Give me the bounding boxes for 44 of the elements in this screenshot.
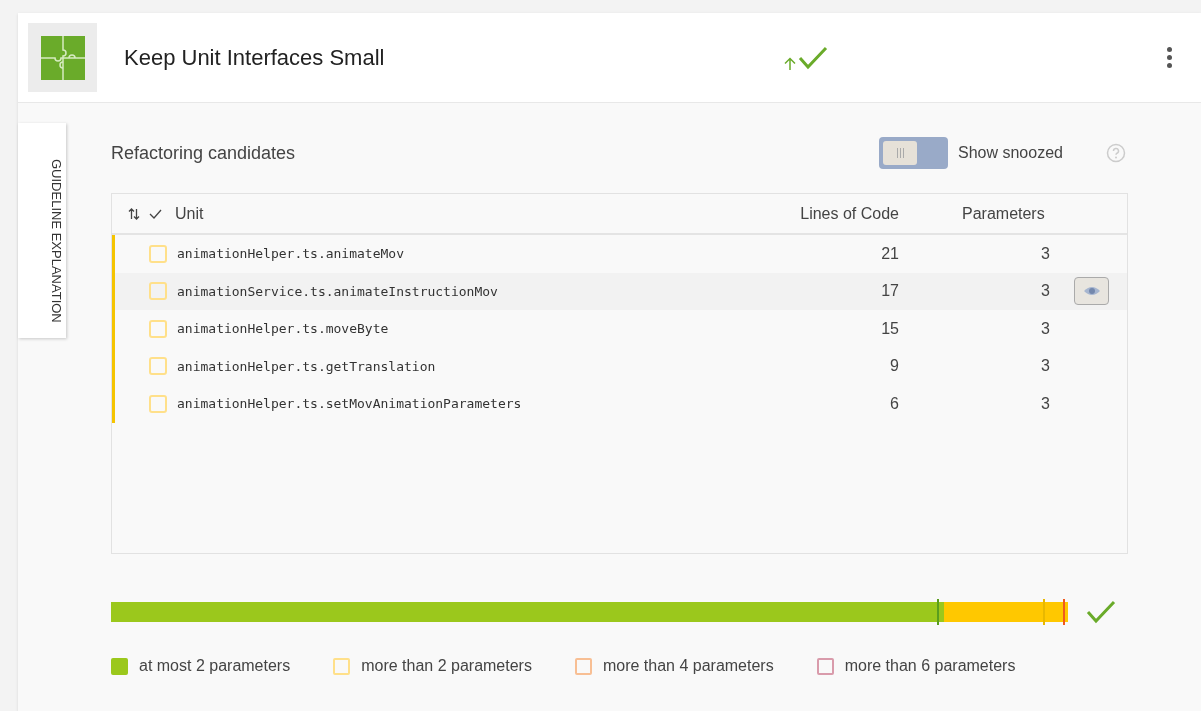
table-row[interactable]: animationHelper.ts.setMovAnimationParameters 6 3 bbox=[112, 385, 1127, 423]
table-row[interactable]: animationHelper.ts.moveByte 15 3 bbox=[112, 310, 1127, 348]
table-cell-text: 3 bbox=[1040, 393, 1050, 414]
table-cell-text: 3 bbox=[1040, 318, 1050, 339]
checkbox[interactable] bbox=[149, 319, 167, 338]
check-icon[interactable] bbox=[149, 208, 162, 219]
side-tab[interactable]: GUIDELINE EXPLANATION bbox=[18, 123, 66, 338]
table-row[interactable]: animationHelper.ts.getTranslation 9 3 bbox=[112, 347, 1127, 385]
legend-label: more than 4 parameters bbox=[602, 656, 774, 676]
table-cell-text: 6 bbox=[889, 393, 899, 414]
checkbox[interactable] bbox=[149, 394, 167, 413]
table-cell-text: 9 bbox=[889, 356, 899, 377]
checkbox[interactable] bbox=[149, 282, 167, 301]
card-title: Keep Unit Interfaces Small bbox=[124, 44, 386, 72]
table-row[interactable]: animationHelper.ts.animateMov 21 3 bbox=[112, 235, 1127, 273]
help-icon[interactable] bbox=[1106, 143, 1126, 163]
column-header[interactable]: Lines of Code bbox=[717, 201, 899, 226]
table-cell-text: 17 bbox=[880, 281, 899, 302]
column-header[interactable]: Parameters bbox=[962, 201, 1052, 226]
table-row[interactable]: animationService.ts.animateInstructionMov 17 3 bbox=[112, 272, 1127, 310]
legend-label: more than 2 parameters bbox=[361, 656, 532, 676]
column-header[interactable]: Unit bbox=[175, 201, 717, 226]
unit-name: animationHelper.ts.getTranslation bbox=[177, 357, 437, 376]
legend-label: more than 6 parameters bbox=[844, 656, 1016, 676]
unit-name: animationHelper.ts.moveByte bbox=[177, 320, 390, 338]
more-options-icon[interactable] bbox=[1165, 47, 1173, 68]
table-cell-text: 3 bbox=[1040, 356, 1050, 377]
section-title: Refactoring candidates bbox=[111, 141, 297, 165]
table-cell-text: 15 bbox=[880, 318, 899, 339]
unit-name: animationService.ts.animateInstructionMov bbox=[177, 282, 499, 301]
legend-label: at most 2 parameters bbox=[139, 656, 291, 676]
checkbox[interactable] bbox=[149, 357, 167, 376]
checkbox[interactable] bbox=[149, 244, 167, 263]
puzzle-icon bbox=[28, 23, 97, 92]
eye-icon bbox=[1082, 285, 1101, 298]
table-cell-text: 3 bbox=[1040, 281, 1050, 302]
toggle-switch[interactable] bbox=[879, 137, 948, 169]
table-cell-text: 21 bbox=[880, 243, 899, 264]
unit-name: animationHelper.ts.setMovAnimationParameters bbox=[177, 395, 523, 413]
sort-icon[interactable] bbox=[128, 206, 140, 221]
unit-name: animationHelper.ts.animateMov bbox=[177, 245, 405, 263]
table-cell-text: 3 bbox=[1040, 243, 1050, 264]
snooze-button[interactable] bbox=[1074, 277, 1109, 306]
toggle-label: Show snoozed bbox=[958, 143, 1064, 163]
